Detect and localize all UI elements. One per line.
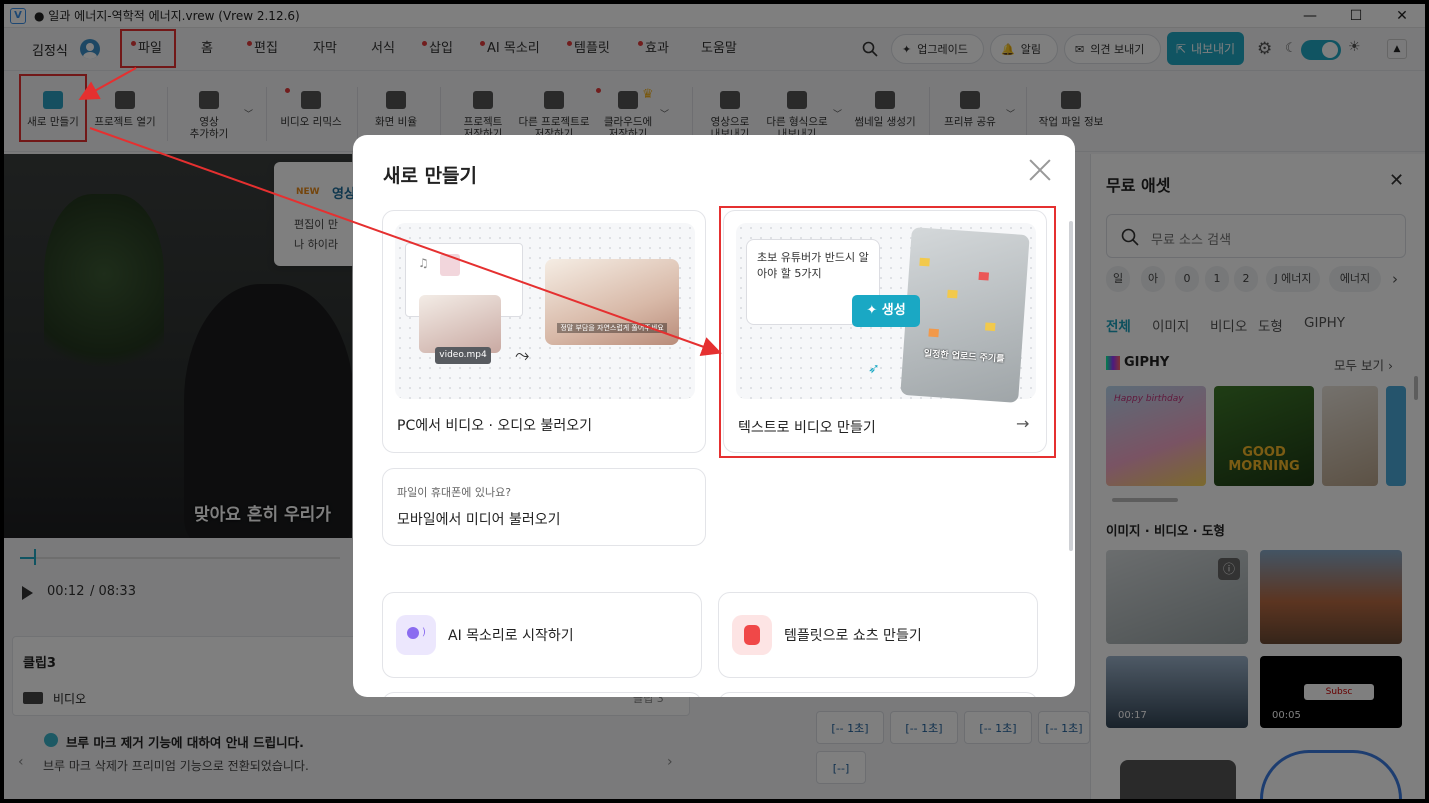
arrow-to-text-video — [89, 127, 722, 357]
annotation-arrows — [78, 67, 722, 357]
app-window: V ● 일과 에너지-역학적 에너지.vrew (Vrew 2.12.6) — … — [4, 4, 1425, 799]
arrow-to-new-button — [78, 67, 137, 100]
